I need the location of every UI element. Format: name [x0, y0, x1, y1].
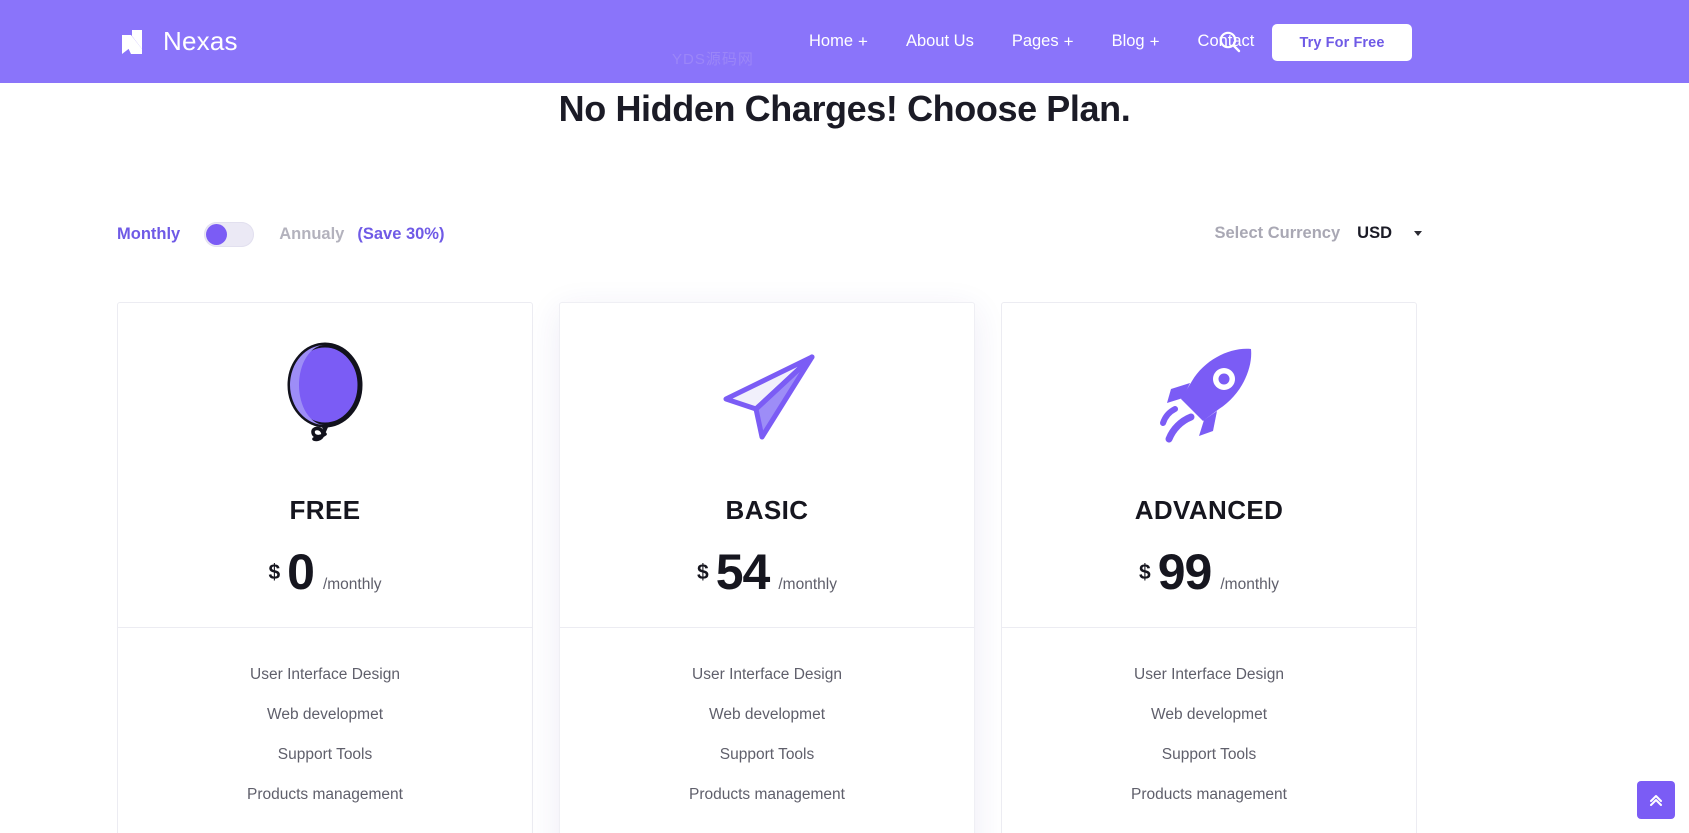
plan-currency-symbol: $ — [1139, 561, 1151, 584]
plan-price: $ 54 /monthly — [697, 547, 837, 597]
chevron-plus-icon: + — [1149, 32, 1160, 51]
plan-amount: 54 — [715, 544, 771, 600]
watermark-nav: YDS源码网 — [672, 51, 754, 68]
rocket-icon — [1159, 341, 1259, 449]
nexas-n-logo-icon — [118, 25, 152, 59]
plan-price: $ 0 /monthly — [268, 547, 381, 597]
plan-features: User Interface Design Web developmet Sup… — [560, 628, 974, 804]
plan-feature: User Interface Design — [250, 666, 400, 683]
plan-feature: Products management — [689, 786, 845, 803]
nav-item-blog-label: Blog — [1111, 32, 1145, 50]
billing-period-toggle[interactable] — [204, 222, 255, 247]
double-chevron-up-icon — [1647, 791, 1665, 809]
toggle-knob — [206, 224, 228, 245]
balloon-icon — [277, 341, 373, 449]
pricing-card-advanced[interactable]: ADVANCED $ 99 /monthly User Interface De… — [1001, 302, 1417, 833]
chevron-plus-icon: + — [858, 32, 868, 51]
plan-feature: Web developmet — [708, 706, 826, 723]
nav-links: Home + About Us Pages + Blog + Contact — [790, 0, 1273, 83]
billing-annual-label[interactable]: Annualy — [279, 225, 344, 244]
plan-feature: Products management — [247, 786, 403, 803]
nav-item-home[interactable]: Home + — [790, 32, 887, 51]
plan-feature: Support Tools — [719, 746, 815, 763]
plan-feature: Products management — [1131, 786, 1287, 803]
plan-feature: User Interface Design — [692, 666, 842, 683]
pricing-card-header: BASIC $ 54 /monthly — [560, 303, 974, 628]
plan-price: $ 99 /monthly — [1139, 547, 1279, 597]
brand-name: Nexas — [163, 26, 238, 56]
billing-save-badge: (Save 30%) — [357, 225, 445, 243]
plan-feature: Web developmet — [1150, 706, 1268, 723]
top-navbar: Nexas Home + About Us Pages + Blog + Con… — [0, 0, 1689, 83]
nav-item-pages-label: Pages — [1011, 32, 1059, 50]
brand-logo[interactable]: Nexas — [118, 0, 238, 83]
plan-feature: User Interface Design — [1134, 666, 1284, 683]
plan-name: BASIC — [725, 495, 809, 525]
plan-period: /monthly — [322, 576, 382, 593]
page-title: No Hidden Charges! Choose Plan. — [558, 88, 1131, 129]
plan-feature: Support Tools — [277, 746, 373, 763]
nav-item-blog[interactable]: Blog + — [1093, 32, 1179, 51]
plan-amount: 99 — [1157, 544, 1213, 600]
pricing-card-free[interactable]: FREE $ 0 /monthly User Interface Design … — [117, 302, 533, 833]
chevron-plus-icon: + — [1063, 32, 1074, 51]
search-icon[interactable] — [1217, 29, 1243, 55]
billing-monthly-label[interactable]: Monthly — [117, 225, 180, 244]
currency-select-value: USD — [1357, 224, 1392, 242]
try-for-free-button[interactable]: Try For Free — [1272, 24, 1412, 61]
plan-currency-symbol: $ — [268, 561, 281, 584]
plan-amount: 0 — [287, 544, 315, 600]
pricing-cards: FREE $ 0 /monthly User Interface Design … — [117, 302, 1417, 833]
plan-features: User Interface Design Web developmet Sup… — [1002, 628, 1416, 804]
currency-select[interactable]: USD — [1357, 224, 1422, 243]
chevron-down-icon — [1414, 231, 1422, 236]
pricing-card-basic[interactable]: BASIC $ 54 /monthly User Interface Desig… — [559, 302, 975, 833]
plan-period: /monthly — [778, 576, 837, 593]
plan-feature: Support Tools — [1161, 746, 1257, 763]
try-for-free-label: Try For Free — [1299, 34, 1385, 51]
plan-period: /monthly — [1220, 576, 1279, 593]
pricing-card-header: ADVANCED $ 99 /monthly — [1002, 303, 1416, 628]
scroll-to-top-button[interactable] — [1637, 781, 1675, 819]
nav-item-home-label: Home — [809, 32, 854, 50]
plan-name: ADVANCED — [1134, 495, 1284, 525]
plan-features: User Interface Design Web developmet Sup… — [118, 628, 532, 804]
paper-plane-icon — [712, 341, 822, 449]
nav-item-pages[interactable]: Pages + — [993, 32, 1093, 51]
nav-item-about-us[interactable]: About Us — [887, 32, 993, 51]
nav-item-about-us-label: About Us — [905, 32, 974, 50]
pricing-card-header: FREE $ 0 /monthly — [118, 303, 532, 628]
select-currency-label: Select Currency — [1214, 224, 1341, 242]
plan-feature: Web developmet — [266, 706, 384, 723]
billing-toggle-row: Monthly Annualy (Save 30%) — [117, 222, 444, 247]
currency-selector-row: Select Currency USD — [1214, 224, 1422, 243]
plan-currency-symbol: $ — [697, 561, 709, 584]
plan-name: FREE — [289, 495, 361, 525]
